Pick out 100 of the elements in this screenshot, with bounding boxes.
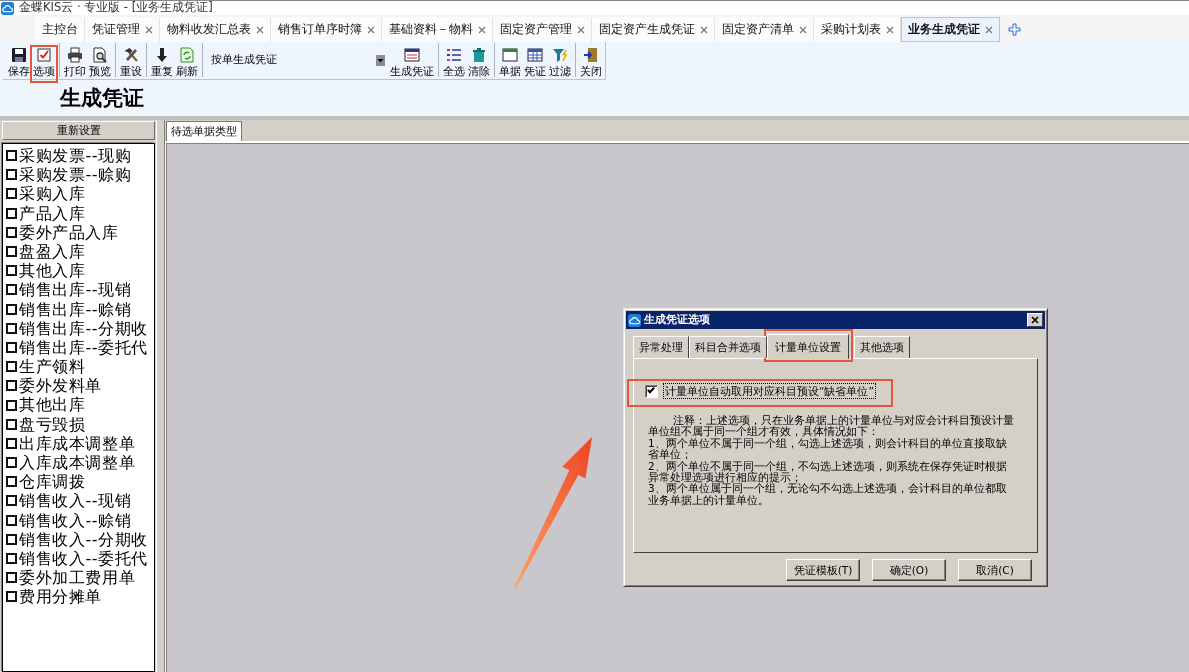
checkbox[interactable]	[6, 457, 17, 469]
options-button[interactable]: 选项	[32, 47, 56, 78]
document-type-label[interactable]: 销售收入--委托代	[19, 548, 148, 569]
voucher-button[interactable]: 凭证	[523, 47, 547, 78]
clear-button[interactable]: 清除	[467, 47, 491, 78]
close-button[interactable]: 关闭	[579, 47, 603, 78]
document-tab[interactable]: 业务生成凭证	[901, 17, 1000, 42]
document-type-label[interactable]: 仓库调拨	[19, 472, 86, 492]
document-type-label[interactable]: 销售收入--赊销	[19, 510, 132, 530]
checkbox[interactable]	[6, 226, 17, 238]
close-icon[interactable]	[478, 25, 486, 34]
document-type-label[interactable]: 盘盈入库	[19, 241, 86, 262]
close-icon[interactable]	[700, 25, 708, 34]
checkbox[interactable]	[6, 553, 17, 565]
document-type-label[interactable]: 委外产品入库	[19, 222, 119, 242]
document-type-label[interactable]: 其他入库	[19, 261, 86, 281]
print-button[interactable]: 打印	[63, 47, 87, 78]
splitter[interactable]	[156, 120, 165, 672]
document-type-label[interactable]: 委外加工费用单	[19, 568, 136, 588]
dialog-tab[interactable]: 科目合并选项	[689, 336, 767, 358]
checkbox[interactable]	[6, 591, 17, 603]
dialog-tab[interactable]: 计量单位设置	[767, 334, 849, 359]
reset-settings-button[interactable]: 重新设置	[2, 121, 155, 140]
checkbox[interactable]	[6, 207, 17, 219]
checkbox[interactable]	[6, 514, 17, 526]
checkbox[interactable]	[6, 169, 17, 181]
checkbox[interactable]	[6, 303, 17, 315]
document-tab[interactable]: 主控台	[35, 17, 85, 42]
document-type-label[interactable]: 销售出库--赊销	[19, 299, 132, 319]
close-icon[interactable]	[985, 25, 993, 34]
close-icon[interactable]	[256, 25, 264, 34]
document-type-label[interactable]: 销售收入--分期收	[19, 529, 148, 549]
checkbox[interactable]	[6, 495, 17, 507]
close-icon[interactable]	[145, 25, 153, 34]
select-all-button[interactable]: 全选	[442, 47, 466, 78]
panel-tab[interactable]: 待选单据类型	[166, 121, 242, 141]
checkbox[interactable]	[6, 284, 17, 296]
checkbox[interactable]	[6, 265, 17, 277]
document-type-label[interactable]: 销售收入--现销	[19, 491, 132, 511]
checkbox[interactable]	[6, 361, 17, 373]
checkbox[interactable]	[6, 380, 17, 392]
checkbox[interactable]	[6, 246, 17, 258]
checkbox[interactable]	[6, 341, 17, 353]
preview-button[interactable]: 预览	[88, 47, 112, 78]
option-label[interactable]: 计量单位自动取用对应科目预设“缺省单位”	[663, 383, 876, 399]
checkbox[interactable]	[645, 384, 658, 398]
document-type-label[interactable]: 委外发料单	[19, 376, 102, 396]
close-icon[interactable]	[799, 25, 807, 34]
document-type-label[interactable]: 其他出库	[19, 395, 86, 415]
close-icon[interactable]	[886, 25, 894, 34]
close-icon[interactable]	[367, 25, 375, 34]
document-type-label[interactable]: 生产领料	[19, 357, 86, 377]
document-type-label[interactable]: 盘亏毁损	[19, 414, 86, 434]
ok-button[interactable]: 确定(O)	[872, 559, 946, 581]
document-type-label[interactable]: 销售出库--分期收	[19, 318, 148, 338]
refresh-button[interactable]: 刷新	[175, 47, 199, 78]
checkbox[interactable]	[6, 399, 17, 411]
document-type-label[interactable]: 入库成本调整单	[19, 453, 136, 473]
checkbox[interactable]	[6, 322, 17, 334]
checkbox[interactable]	[6, 437, 17, 449]
checkbox[interactable]	[6, 533, 17, 545]
repeat-button[interactable]: 重复	[150, 47, 174, 78]
document-tab[interactable]: 固定资产清单	[715, 17, 814, 42]
cancel-button[interactable]: 取消(C)	[958, 559, 1032, 581]
document-type-label[interactable]: 费用分摊单	[19, 587, 102, 607]
voucher-template-button[interactable]: 凭证模板(T)	[786, 559, 860, 581]
filter-button[interactable]: 过滤	[548, 47, 572, 78]
voucher-mode-dropdown[interactable]: 按单生成凭证	[209, 51, 385, 69]
checkbox[interactable]	[6, 572, 17, 584]
checkbox[interactable]	[6, 476, 17, 488]
checkbox[interactable]	[6, 150, 17, 162]
document-tab[interactable]: 物料收发汇总表	[160, 17, 271, 42]
document-type-label[interactable]: 出库成本调整单	[19, 433, 136, 453]
generate-voucher-button[interactable]: 生成凭证	[389, 47, 435, 78]
document-tab[interactable]: 基础资料－物料	[382, 17, 493, 42]
document-tab[interactable]: 固定资产管理	[493, 17, 592, 42]
document-type-label[interactable]: 采购入库	[19, 184, 86, 204]
close-icon[interactable]	[577, 25, 585, 34]
document-tab[interactable]: 销售订单序时簿	[271, 17, 382, 42]
close-button[interactable]	[1027, 313, 1043, 327]
caret-icon[interactable]	[376, 54, 385, 66]
down-arrow-icon	[154, 47, 170, 63]
document-tab[interactable]: 采购计划表	[814, 17, 901, 42]
documents-button[interactable]: 单据	[498, 47, 522, 78]
page-title: 生成凭证	[60, 84, 144, 112]
document-tab[interactable]: 固定资产生成凭证	[592, 17, 715, 42]
reset-button[interactable]: 重设	[119, 47, 143, 78]
document-type-label[interactable]: 销售出库--现销	[19, 280, 132, 300]
plus-icon[interactable]	[1008, 23, 1021, 36]
checkbox[interactable]	[6, 188, 17, 200]
dialog-tab[interactable]: 其他选项	[854, 336, 910, 358]
document-type-label[interactable]: 产品入库	[19, 203, 86, 223]
form-icon	[404, 47, 420, 63]
checkbox[interactable]	[6, 418, 17, 430]
document-type-label[interactable]: 销售出库--委托代	[19, 337, 148, 358]
save-button[interactable]: 保存	[7, 47, 31, 78]
document-type-label[interactable]: 采购发票--现购	[19, 146, 132, 166]
document-type-label[interactable]: 采购发票--赊购	[19, 165, 132, 185]
dialog-tab[interactable]: 异常处理	[633, 336, 689, 358]
document-tab[interactable]: 凭证管理	[85, 17, 160, 42]
